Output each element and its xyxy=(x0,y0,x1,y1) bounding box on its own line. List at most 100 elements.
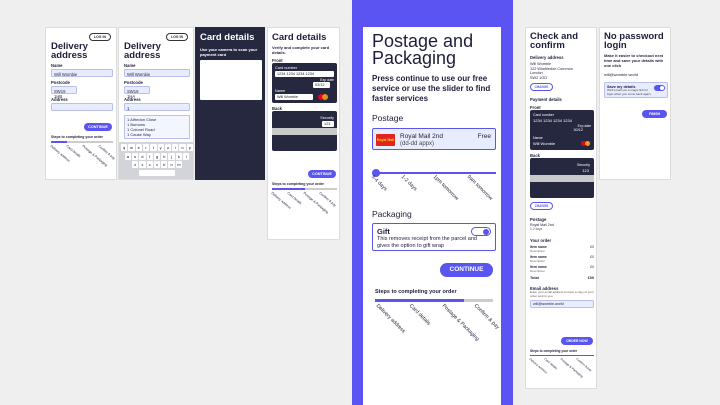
camera-viewfinder[interactable] xyxy=(200,60,262,100)
keyboard-key[interactable]: i xyxy=(172,144,179,151)
keyboard-key[interactable]: b xyxy=(161,161,168,168)
keyboard-key[interactable]: q xyxy=(121,144,128,151)
security-field[interactable]: 123 xyxy=(322,121,334,127)
name-value: Will Wombie xyxy=(533,141,556,147)
keyboard-key[interactable]: d xyxy=(139,152,146,160)
progress-bar xyxy=(375,299,493,302)
page-title: Delivery address xyxy=(124,41,161,61)
slider-tick-label: 1-2 days xyxy=(399,174,419,193)
order-item: Item name Description £0 xyxy=(530,245,594,253)
keyboard-key[interactable]: x xyxy=(139,161,146,168)
name-field[interactable]: Will Wombie xyxy=(51,69,113,77)
keyboard-key[interactable]: c xyxy=(146,161,153,168)
keyboard-key[interactable]: t xyxy=(150,144,157,151)
keyboard-key[interactable]: v xyxy=(153,161,161,168)
login-button[interactable]: LOG IN xyxy=(165,33,188,41)
speed-slider-track[interactable] xyxy=(372,172,496,174)
order-item: Item name Description £0 xyxy=(530,255,594,263)
order-now-button[interactable]: ORDER NOW xyxy=(561,337,593,345)
item-price: £0 xyxy=(590,255,594,260)
item-price: £0 xyxy=(590,245,594,250)
keyboard-key[interactable]: y xyxy=(157,144,164,151)
step-label: Card details xyxy=(286,191,303,206)
exp-value: 30/12 xyxy=(573,128,583,133)
keyboard-key[interactable]: e xyxy=(135,144,142,151)
keyboard-key[interactable]: o xyxy=(179,144,186,151)
save-details-option[interactable]: Save my details We'll email you a magic … xyxy=(604,82,668,98)
card-back: Security 123 xyxy=(272,111,337,151)
toggle-knob xyxy=(660,85,665,90)
progress-bar xyxy=(51,141,113,143)
carrier-option[interactable]: Royal Mail Royal Mail 2nd Free (dd-dd ap… xyxy=(372,128,496,150)
card-number-label: Card number xyxy=(275,66,298,70)
exp-field[interactable]: 03/12 xyxy=(313,82,330,88)
email-field[interactable]: will@wombie.world xyxy=(530,299,594,308)
postcode-field[interactable]: SW19 1HA xyxy=(124,86,150,99)
finish-button[interactable]: FINISH xyxy=(642,110,667,118)
keyboard-key[interactable]: l xyxy=(183,152,190,160)
keyboard-key[interactable]: w xyxy=(128,144,135,151)
continue-button[interactable]: CONTINUE xyxy=(440,263,493,277)
page-subtitle: Press continue to use our free service o… xyxy=(372,74,491,103)
step-label: Card details xyxy=(65,144,82,159)
card-number: 1234 1234 1234 1234 xyxy=(533,118,572,124)
gift-toggle[interactable] xyxy=(471,227,491,236)
steps-title: Steps to completing your order xyxy=(272,182,324,186)
keyboard-key[interactable]: m xyxy=(175,161,183,168)
name-field[interactable]: Will Wombie xyxy=(124,69,190,77)
step-label: Confirm & pay xyxy=(472,303,501,331)
keyboard-key[interactable]: u xyxy=(164,144,172,151)
name-label: Name xyxy=(124,63,136,68)
suggestion-item[interactable]: 1 Cause Way xyxy=(127,132,187,137)
keyboard-key[interactable]: k xyxy=(175,152,183,160)
address-field[interactable] xyxy=(51,103,113,111)
payment-label: Payment details xyxy=(530,97,562,103)
order-items: Item name Description £0 Item name Descripti… xyxy=(530,245,594,273)
card-front: Card number 1234 1234 1234 1234 Exp date… xyxy=(272,63,337,103)
keyboard-key[interactable]: p xyxy=(186,144,193,151)
signature-strip xyxy=(530,175,594,183)
keyboard: qwertyuiop asdfghjkl zxcvbnm xyxy=(119,142,193,179)
card-number-field[interactable]: 1234 1234 1234 1234 xyxy=(275,71,334,77)
security-value: 123 xyxy=(582,168,589,174)
postcode-field[interactable]: SW19 1HB xyxy=(51,86,77,99)
space-bar[interactable] xyxy=(139,169,175,176)
continue-button[interactable]: CONTINUE xyxy=(308,170,336,178)
item-description: Description xyxy=(530,259,546,264)
keyboard-key[interactable]: j xyxy=(168,152,175,160)
keyboard-key[interactable]: a xyxy=(124,152,131,160)
change-card-button[interactable]: CHANGE xyxy=(530,202,553,211)
name-field[interactable]: Will Wombie xyxy=(275,94,313,100)
keyboard-key[interactable]: z xyxy=(131,161,139,168)
slider-tick-label: 3-4 days xyxy=(369,174,389,193)
slider-tick-label: 1pm tomorrow xyxy=(431,174,460,202)
address-line: SW2 1GD xyxy=(530,75,548,80)
login-button[interactable]: LOG IN xyxy=(88,33,111,41)
login-explainer: Make it easier to checkout next time and… xyxy=(604,53,664,68)
address-field[interactable]: 1 xyxy=(124,103,190,111)
toggle-knob xyxy=(483,229,489,235)
slider-tick-label: 9am tomorrow xyxy=(465,174,494,202)
save-toggle[interactable] xyxy=(654,85,665,91)
keyboard-key[interactable]: s xyxy=(131,152,139,160)
total-row: Total £00 xyxy=(530,276,594,280)
step-label: Card details xyxy=(407,303,432,327)
keyboard-key[interactable]: h xyxy=(161,152,168,160)
change-address-button[interactable]: CHANGE xyxy=(530,83,553,92)
item-description: Description xyxy=(530,269,546,274)
keyboard-key[interactable]: g xyxy=(153,152,161,160)
address-label: Address xyxy=(51,97,68,102)
screen-delivery-address-typing: LOG IN Delivery address Name Will Wombie… xyxy=(118,27,194,180)
item-description: Description xyxy=(530,249,546,254)
royal-mail-logo: Royal Mail xyxy=(376,134,395,146)
screen-no-password-login: No password login Make it easier to chec… xyxy=(599,27,671,180)
keyboard-key[interactable]: n xyxy=(168,161,175,168)
screen-card-scan: Card details Use your camera to scan you… xyxy=(195,27,265,180)
keyboard-key[interactable]: f xyxy=(146,152,153,160)
keyboard-key[interactable]: r xyxy=(142,144,150,151)
continue-button[interactable]: CONTINUE xyxy=(84,123,112,131)
screen-delivery-address: LOG IN Delivery address Name Will Wombie… xyxy=(45,27,117,180)
screen-postage-packaging: Postage and Packaging Press continue to … xyxy=(363,27,501,405)
save-text: We'll email you a magic link for login w… xyxy=(607,88,651,96)
gift-option[interactable]: Gift This removes receipt from the parce… xyxy=(372,223,496,251)
